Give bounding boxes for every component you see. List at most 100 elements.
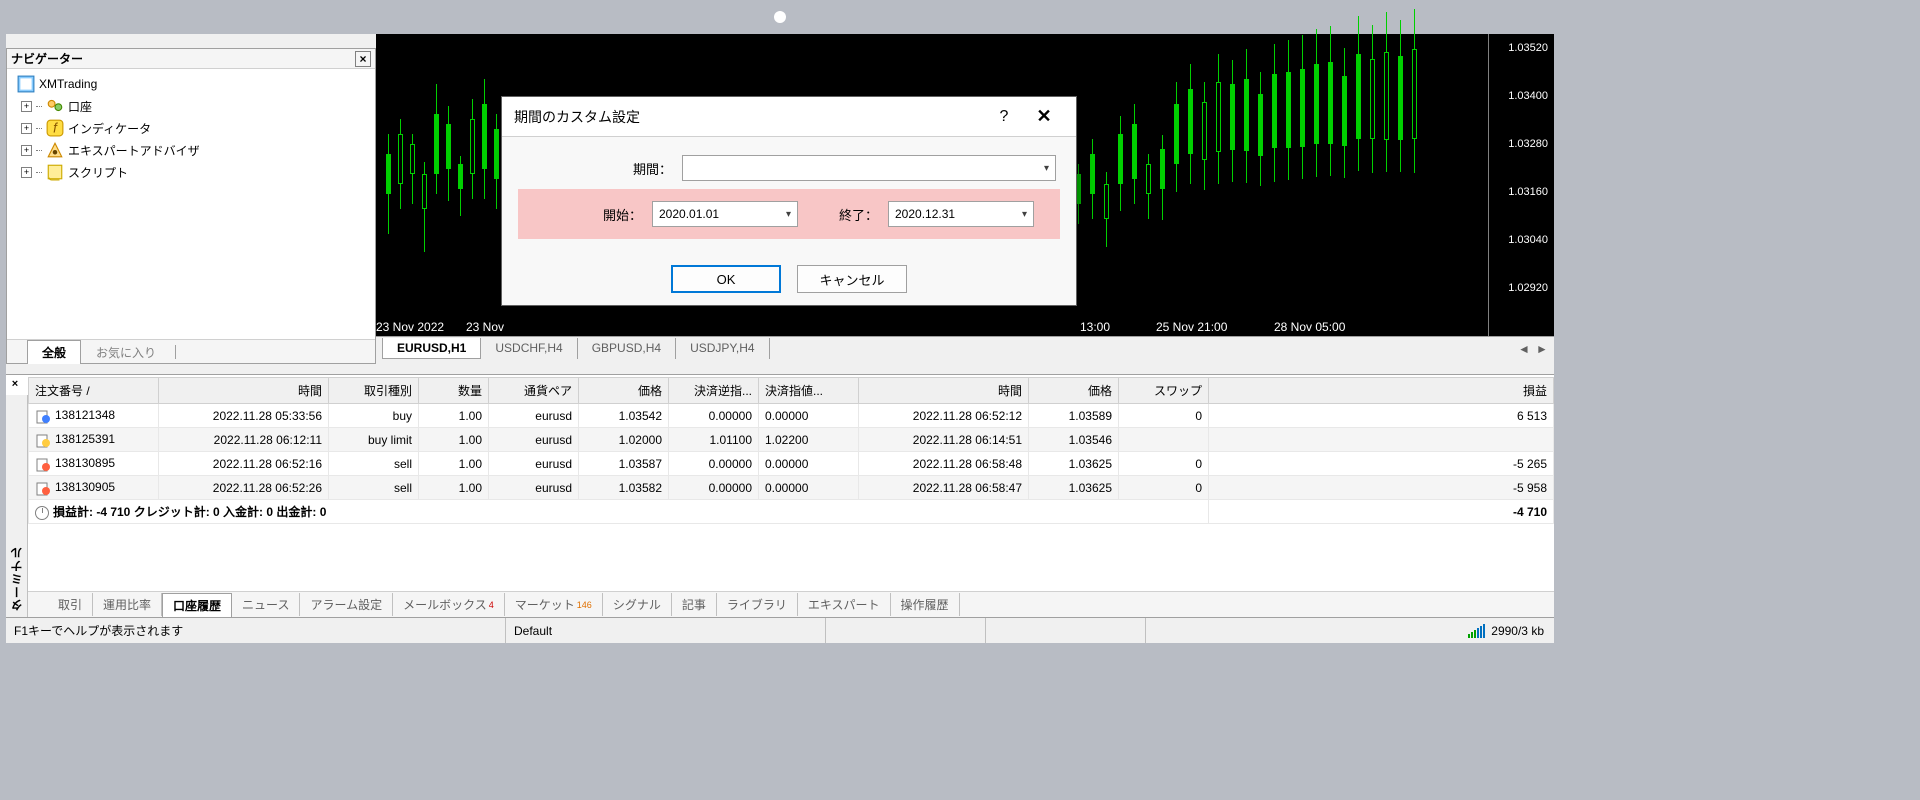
column-header[interactable]: 時間	[159, 378, 329, 404]
navigator-titlebar: ナビゲーター ×	[7, 49, 375, 69]
time-tick: 23 Nov 2022	[376, 320, 444, 334]
indicator-icon: f	[46, 120, 64, 136]
dialog-title: 期間のカスタム設定	[514, 107, 984, 127]
terminal-tab-ライブラリ[interactable]: ライブラリ	[717, 593, 798, 616]
period-dropdown[interactable]: ▾	[682, 155, 1056, 181]
terminal-tab-ニュース[interactable]: ニュース	[232, 593, 300, 616]
expand-icon[interactable]: +	[21, 145, 32, 156]
navigator-tabs: 全般 お気に入り	[7, 339, 375, 363]
expand-icon[interactable]: +	[21, 167, 32, 178]
tree-item-label: スクリプト	[68, 164, 128, 181]
chart-tab-usdjpy[interactable]: USDJPY,H4	[676, 338, 769, 359]
window-handle-icon[interactable]	[774, 11, 786, 23]
connection-indicator[interactable]: 2990/3 kb	[1468, 624, 1554, 638]
time-tick: 25 Nov 21:00	[1156, 320, 1227, 334]
column-header[interactable]: 時間	[859, 378, 1029, 404]
signal-bars-icon	[1468, 624, 1485, 638]
status-spacer1	[826, 618, 986, 643]
start-date-input[interactable]: 2020.01.01 ▾	[652, 201, 798, 227]
dialog-close-button[interactable]: ✕	[1024, 106, 1064, 127]
navigator-tree: XMTrading +口座+fインディケータ+エキスパートアドバイザ+スクリプト	[7, 69, 375, 187]
end-date-input[interactable]: 2020.12.31 ▾	[888, 201, 1034, 227]
terminal-tab-運用比率[interactable]: 運用比率	[93, 593, 162, 616]
chart-scroll-left[interactable]: ◄	[1516, 341, 1532, 357]
date-range-highlight: 開始： 2020.01.01 ▾ 終了： 2020.12.31 ▾	[518, 189, 1060, 239]
price-tick: 1.03160	[1508, 186, 1548, 198]
terminal-tab-メールボックス[interactable]: メールボックス4	[393, 593, 505, 616]
chart-tab-gbpusd[interactable]: GBPUSD,H4	[578, 338, 676, 359]
table-row[interactable]: 1381308952022.11.28 06:52:16sell1.00euru…	[29, 452, 1554, 476]
window-titlebar	[0, 0, 1560, 34]
terminal-close-button[interactable]: ×	[8, 377, 22, 391]
navigator-panel: ナビゲーター × XMTrading +口座+fインディケータ+エキスパートアド…	[6, 48, 376, 364]
column-header[interactable]: 注文番号 /	[29, 378, 159, 404]
tab-general[interactable]: 全般	[27, 340, 81, 364]
terminal-panel: × ターミナル 注文番号 /時間取引種別数量通貨ペア価格決済逆指...決済指値.…	[6, 374, 1554, 617]
status-profile[interactable]: Default	[506, 618, 826, 643]
chart-tab-eurusd[interactable]: EURUSD,H1	[382, 338, 481, 359]
column-header[interactable]: 価格	[579, 378, 669, 404]
chevron-down-icon: ▾	[1044, 163, 1049, 174]
chart-tabs: EURUSD,H1USDCHF,H4GBPUSD,H4USDJPY,H4 ◄ ►	[376, 336, 1554, 360]
period-label: 期間：	[522, 159, 672, 178]
terminal-tab-エキスパート[interactable]: エキスパート	[798, 593, 891, 616]
time-tick: 23 Nov	[466, 320, 504, 334]
price-tick: 1.03040	[1508, 234, 1548, 246]
navigator-close-button[interactable]: ×	[355, 51, 371, 67]
order-type-icon	[35, 456, 51, 472]
column-header[interactable]: 数量	[419, 378, 489, 404]
terminal-side-label: ターミナル	[6, 395, 28, 617]
order-type-icon	[35, 480, 51, 496]
tab-favorites[interactable]: お気に入り	[81, 340, 171, 364]
price-tick: 1.03520	[1508, 42, 1548, 54]
custom-period-dialog: 期間のカスタム設定 ? ✕ 期間： ▾ 開始： 2020.01.01 ▾ 終了：…	[501, 96, 1077, 306]
dialog-help-button[interactable]: ?	[984, 108, 1024, 126]
tree-root-label: XMTrading	[39, 77, 97, 91]
time-axis: 23 Nov 202223 Nov13:0025 Nov 21:0028 Nov…	[376, 320, 1488, 336]
connection-text: 2990/3 kb	[1491, 624, 1544, 638]
summary-row: 損益計: -4 710 クレジット計: 0 入金計: 0 出金計: 0-4 71…	[29, 500, 1554, 524]
column-header[interactable]: スワップ	[1119, 378, 1209, 404]
tree-item-script[interactable]: + スクリプト	[13, 161, 369, 183]
column-header[interactable]: 取引種別	[329, 378, 419, 404]
order-type-icon	[35, 432, 51, 448]
tree-root[interactable]: XMTrading	[13, 73, 369, 95]
dialog-titlebar[interactable]: 期間のカスタム設定 ? ✕	[502, 97, 1076, 137]
chart-scroll-right[interactable]: ►	[1534, 341, 1550, 357]
terminal-tab-アラーム設定[interactable]: アラーム設定	[300, 593, 393, 616]
column-header[interactable]: 通貨ペア	[489, 378, 579, 404]
column-header[interactable]: 決済指値...	[759, 378, 859, 404]
end-date-value: 2020.12.31	[895, 207, 955, 221]
table-row[interactable]: 1381309052022.11.28 06:52:26sell1.00euru…	[29, 476, 1554, 500]
terminal-tab-操作履歴[interactable]: 操作履歴	[891, 593, 960, 616]
column-header[interactable]: 価格	[1029, 378, 1119, 404]
chart-tab-usdchf[interactable]: USDCHF,H4	[481, 338, 577, 359]
terminal-tab-マーケット[interactable]: マーケット146	[505, 593, 603, 616]
expand-icon[interactable]: +	[21, 101, 32, 112]
price-scale: 1.035201.034001.032801.031601.030401.029…	[1488, 34, 1554, 336]
tree-item-indicator[interactable]: +fインディケータ	[13, 117, 369, 139]
terminal-tab-取引[interactable]: 取引	[48, 593, 93, 616]
chevron-down-icon: ▾	[786, 209, 791, 220]
table-row[interactable]: 1381253912022.11.28 06:12:11buy limit1.0…	[29, 428, 1554, 452]
column-header[interactable]: 損益	[1209, 378, 1554, 404]
end-label: 終了：	[808, 205, 878, 224]
terminal-tab-シグナル[interactable]: シグナル	[603, 593, 672, 616]
table-row[interactable]: 1381213482022.11.28 05:33:56buy1.00eurus…	[29, 404, 1554, 428]
time-tick: 28 Nov 05:00	[1274, 320, 1345, 334]
history-grid[interactable]: 注文番号 /時間取引種別数量通貨ペア価格決済逆指...決済指値...時間価格スワ…	[28, 377, 1554, 571]
tree-item-ea[interactable]: + エキスパートアドバイザ	[13, 139, 369, 161]
cancel-button[interactable]: キャンセル	[797, 265, 907, 293]
broker-icon	[17, 76, 35, 92]
start-date-value: 2020.01.01	[659, 207, 719, 221]
clock-icon	[35, 506, 49, 520]
tree-item-label: エキスパートアドバイザ	[68, 142, 200, 159]
ea-icon	[46, 142, 64, 158]
ok-button[interactable]: OK	[671, 265, 781, 293]
expand-icon[interactable]: +	[21, 123, 32, 134]
tree-item-accounts[interactable]: +口座	[13, 95, 369, 117]
start-label: 開始：	[538, 205, 642, 224]
terminal-tab-記事[interactable]: 記事	[672, 593, 717, 616]
column-header[interactable]: 決済逆指...	[669, 378, 759, 404]
terminal-tab-口座履歴[interactable]: 口座履歴	[162, 593, 232, 617]
